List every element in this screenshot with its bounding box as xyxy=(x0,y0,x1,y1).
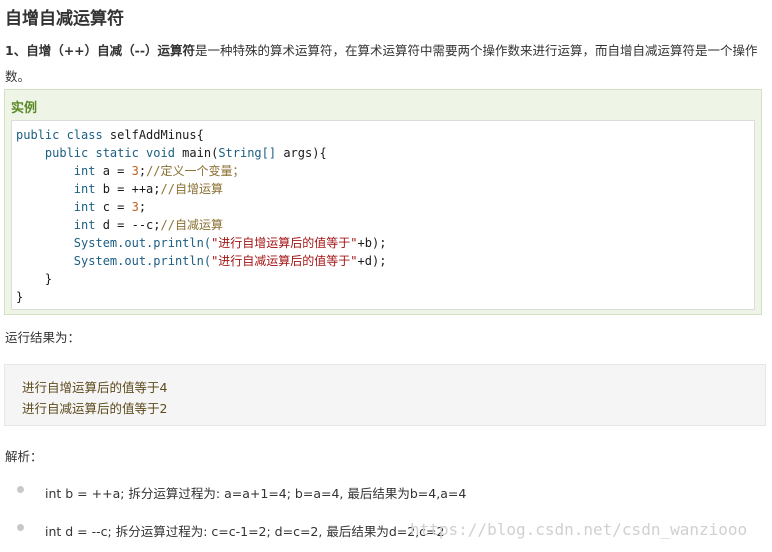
intro-bold-term: 自增（++）自减（--）运算符 xyxy=(26,43,196,58)
bullet-icon xyxy=(17,524,24,531)
result-label: 运行结果为： xyxy=(5,330,81,345)
code-line-10: } xyxy=(16,290,24,304)
code-line-2: public static void main(String[] args){ xyxy=(44,146,327,160)
code-content: public class selfAddMinus{ public static… xyxy=(16,126,386,306)
code-line-7: System.out.println("进行自增运算后的值等于"+b); xyxy=(73,236,387,250)
code-line-5: int c = 3; xyxy=(73,200,147,214)
watermark: https://blog.csdn.net/csdn_wanziooo xyxy=(410,520,748,539)
code-line-1: public class selfAddMinus{ xyxy=(16,128,204,142)
analysis-label: 解析： xyxy=(5,449,43,464)
analysis-item-1: int b = ++a; 拆分运算过程为: a=a+1=4; b=a=4, 最后… xyxy=(45,486,467,501)
intro-number: 1、 xyxy=(5,43,27,58)
intro-paragraph: 1、自增（++）自减（--）运算符是一种特殊的算术运算符，在算术运算符中需要两个… xyxy=(5,38,765,90)
output-line-1: 进行自增运算后的值等于4 xyxy=(22,380,168,395)
code-line-4: int b = ++a;//自增运算 xyxy=(73,182,223,196)
example-box: 实例 public class selfAddMinus{ public sta… xyxy=(4,89,762,315)
analysis-item-2: int d = --c; 拆分运算过程为: c=c-1=2; d=c=2, 最后… xyxy=(45,524,445,539)
code-line-9: } xyxy=(44,272,53,286)
example-label: 实例 xyxy=(11,101,38,116)
code-block: public class selfAddMinus{ public static… xyxy=(11,120,755,310)
output-box: 进行自增运算后的值等于4 进行自减运算后的值等于2 xyxy=(4,364,766,426)
code-line-8: System.out.println("进行自减运算后的值等于"+d); xyxy=(73,254,387,268)
page-title: 自增自减运算符 xyxy=(5,9,124,29)
code-line-3: int a = 3;//定义一个变量； xyxy=(73,164,245,178)
output-line-2: 进行自减运算后的值等于2 xyxy=(22,401,168,416)
code-line-6: int d = --c;//自减运算 xyxy=(73,218,223,232)
bullet-icon xyxy=(17,486,24,493)
